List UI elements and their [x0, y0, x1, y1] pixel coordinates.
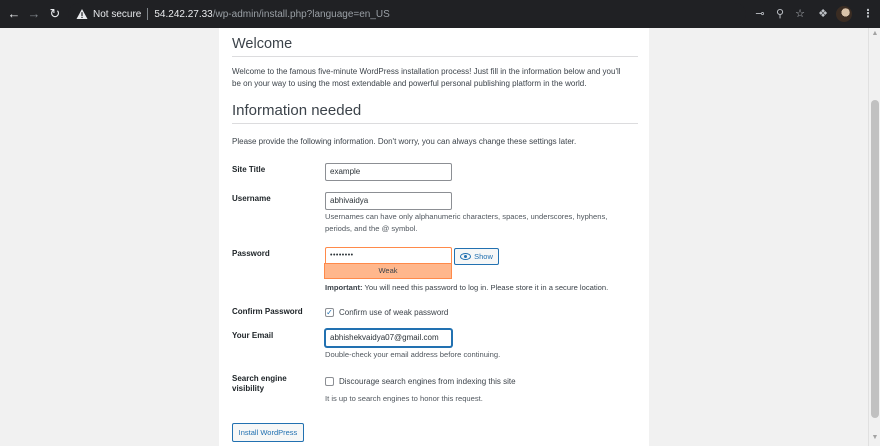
- site-title-label: Site Title: [232, 165, 266, 174]
- site-title-input[interactable]: example: [325, 163, 452, 181]
- address-divider: [147, 8, 149, 20]
- email-label: Your Email: [232, 331, 274, 340]
- security-label[interactable]: Not secure: [93, 9, 141, 20]
- divider: [232, 56, 638, 57]
- divider: [232, 123, 638, 124]
- zoom-icon[interactable]: ⚲: [772, 6, 788, 22]
- show-password-label: Show: [474, 252, 493, 261]
- menu-kebab-icon[interactable]: ⋮: [860, 6, 876, 22]
- welcome-intro-line1: Welcome to the famous five-minute WordPr…: [232, 67, 621, 76]
- forward-arrow-icon[interactable]: →: [26, 6, 42, 22]
- email-input[interactable]: abhishekvaidya07@gmail.com: [325, 329, 452, 347]
- username-help-line2: periods, and the @ symbol.: [325, 224, 418, 233]
- password-strength-meter: Weak: [324, 263, 452, 279]
- confirm-weak-password-label[interactable]: Confirm use of weak password: [339, 308, 448, 318]
- bookmark-star-icon[interactable]: ☆: [792, 6, 808, 22]
- key-icon[interactable]: ⊸: [752, 6, 768, 22]
- url-host: 54.242.27.33: [154, 8, 213, 20]
- warning-icon[interactable]: [76, 8, 88, 20]
- welcome-intro-line2: be on your way to using the most extenda…: [232, 79, 587, 88]
- discourage-search-label[interactable]: Discourage search engines from indexing …: [339, 377, 516, 387]
- search-visibility-label-line1: Search engine: [232, 374, 287, 383]
- show-password-button[interactable]: Show: [454, 248, 499, 265]
- password-label: Password: [232, 249, 270, 258]
- email-help: Double-check your email address before c…: [325, 350, 501, 359]
- search-visibility-label-line2: visibility: [232, 384, 265, 393]
- important-bold: Important:: [325, 283, 363, 292]
- username-help-line1: Usernames can have only alphanumeric cha…: [325, 212, 608, 221]
- back-arrow-icon[interactable]: ←: [6, 6, 22, 22]
- confirm-weak-password-checkbox[interactable]: ✓: [325, 308, 334, 317]
- profile-avatar[interactable]: [836, 6, 852, 22]
- address-bar[interactable]: Not secure 54.242.27.33/wp-admin/install…: [68, 3, 746, 25]
- scrollbar-thumb[interactable]: [871, 100, 879, 418]
- url-path: /wp-admin/install.php?language=en_US: [212, 8, 390, 20]
- search-visibility-help: It is up to search engines to honor this…: [325, 394, 483, 403]
- password-important-note: Important: You will need this password t…: [325, 282, 608, 294]
- confirm-password-label: Confirm Password: [232, 307, 303, 316]
- install-wordpress-button[interactable]: Install WordPress: [232, 423, 304, 442]
- browser-toolbar: ← → ↻ Not secure 54.242.27.33/wp-admin/i…: [0, 0, 880, 28]
- install-card: Welcome Welcome to the famous five-minut…: [219, 28, 649, 446]
- scroll-down-icon[interactable]: ▼: [871, 434, 879, 442]
- discourage-search-checkbox[interactable]: [325, 377, 334, 386]
- info-description: Please provide the following information…: [232, 137, 577, 146]
- reload-icon[interactable]: ↻: [47, 6, 63, 22]
- page-scrollbar[interactable]: ▲ ▼: [868, 28, 880, 446]
- scroll-up-icon[interactable]: ▲: [871, 30, 879, 38]
- extensions-puzzle-icon[interactable]: ❖: [815, 6, 831, 22]
- information-heading: Information needed: [232, 102, 362, 119]
- eye-icon: [460, 253, 472, 260]
- username-input[interactable]: abhivaidya: [325, 192, 452, 210]
- important-text: You will need this password to log in. P…: [362, 283, 609, 292]
- welcome-heading: Welcome: [232, 36, 293, 52]
- username-label: Username: [232, 194, 271, 203]
